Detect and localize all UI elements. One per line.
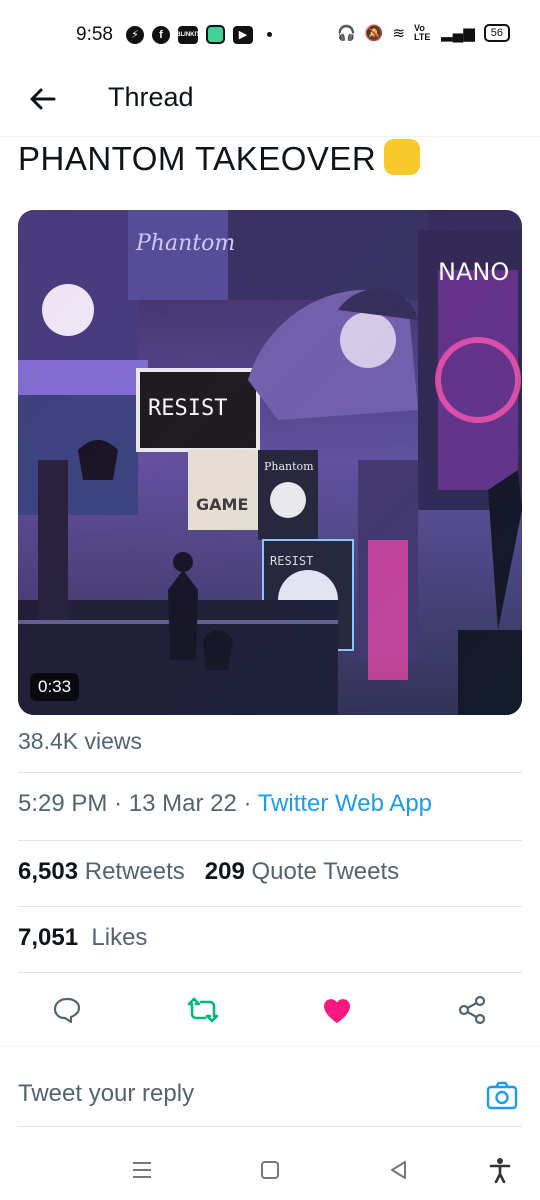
system-back-button[interactable] (381, 1152, 417, 1188)
app-bar: Thread (0, 70, 540, 137)
back-arrow-icon (30, 88, 56, 110)
divider (18, 972, 522, 973)
tweet-date: 13 Mar 22 (128, 790, 237, 817)
like-button[interactable] (317, 988, 357, 1032)
like-icon (324, 999, 350, 1023)
status-bar: 9:58 ⚡ f BLINKIT ▶ 🎧 🔕 ≋ Vo LTE ▂▄▆ 56 (0, 0, 540, 70)
divider (18, 840, 522, 841)
divider (0, 1046, 540, 1047)
engagement-counts: 6,503 Retweets 209 Quote Tweets (18, 858, 399, 886)
likes-label: Likes (91, 924, 148, 951)
accessibility-icon (489, 1158, 511, 1183)
share-button[interactable] (452, 988, 492, 1032)
retweets-label: Retweets (84, 858, 185, 885)
reply-input[interactable]: Tweet your reply (18, 1080, 194, 1108)
chat-icon (206, 25, 225, 44)
quotes-count: 209 (204, 858, 245, 885)
back-triangle-icon (391, 1161, 406, 1179)
facebook-icon: f (152, 25, 170, 44)
reply-button[interactable] (47, 988, 87, 1032)
volte-label: Vo LTE (414, 23, 431, 42)
tweet-body: PHANTOM TAKEOVER (18, 140, 377, 177)
blinkit-icon: BLINKIT (176, 25, 200, 44)
headphones-icon: 🎧 (337, 25, 356, 42)
menu-lines-icon (133, 1162, 151, 1178)
raised-fist-emoji-icon (384, 139, 421, 176)
video-duration: 0:33 (30, 673, 80, 701)
camera-icon (486, 1081, 518, 1110)
home-square-icon (261, 1161, 279, 1179)
status-time: 9:58 (76, 24, 113, 45)
tweet-actions (0, 988, 540, 1034)
divider (18, 772, 522, 773)
divider (18, 1126, 522, 1127)
video-thumbnail: RESIST GAME Phantom RESIST Phantom NANO (18, 210, 522, 715)
recent-apps-button[interactable] (124, 1152, 160, 1188)
retweets-count: 6,503 (18, 858, 79, 885)
reply-bar: Tweet your reply (0, 1060, 540, 1130)
mute-icon: 🔕 (364, 25, 384, 42)
camera-button[interactable] (484, 1078, 520, 1114)
status-app-icons: ⚡ f BLINKIT ▶ (126, 25, 272, 44)
quotes-stat[interactable]: 209 Quote Tweets (205, 858, 399, 885)
battery-indicator: 56 (483, 24, 510, 42)
more-notifications-dot (267, 32, 272, 37)
retweet-icon (187, 997, 219, 1023)
signal-icon: ▂▄▆ (441, 25, 475, 42)
view-count: 38.4K views (18, 728, 143, 754)
retweets-stat[interactable]: 6,503 Retweets (18, 858, 185, 885)
quotes-label: Quote Tweets (251, 858, 400, 885)
wifi-icon: ≋ (392, 25, 406, 42)
retweet-button[interactable] (183, 988, 223, 1032)
tweet-source-link[interactable]: Twitter Web App (258, 790, 432, 817)
home-button[interactable] (252, 1152, 288, 1188)
reply-icon (53, 997, 81, 1024)
system-nav-bar (0, 1140, 540, 1200)
page-title: Thread (108, 82, 194, 112)
messenger-icon: ⚡ (126, 25, 144, 44)
tweet-text: PHANTOM TAKEOVER (18, 139, 421, 179)
likes-stat[interactable]: 7,051 Likes (18, 924, 147, 952)
tweet-timestamp: 5:29 PM · 13 Mar 22 · Twitter Web App (18, 790, 433, 817)
tweet-video[interactable]: RESIST GAME Phantom RESIST Phantom NANO … (18, 210, 522, 715)
youtube-icon: ▶ (233, 25, 253, 44)
divider (18, 906, 522, 907)
status-system-icons: 🎧 🔕 ≋ Vo LTE ▂▄▆ 56 (337, 24, 510, 42)
likes-count: 7,051 (18, 924, 79, 951)
back-button[interactable] (26, 82, 60, 116)
share-icon (458, 995, 486, 1025)
tweet-time: 5:29 PM (18, 790, 108, 817)
accessibility-button[interactable] (482, 1152, 518, 1188)
